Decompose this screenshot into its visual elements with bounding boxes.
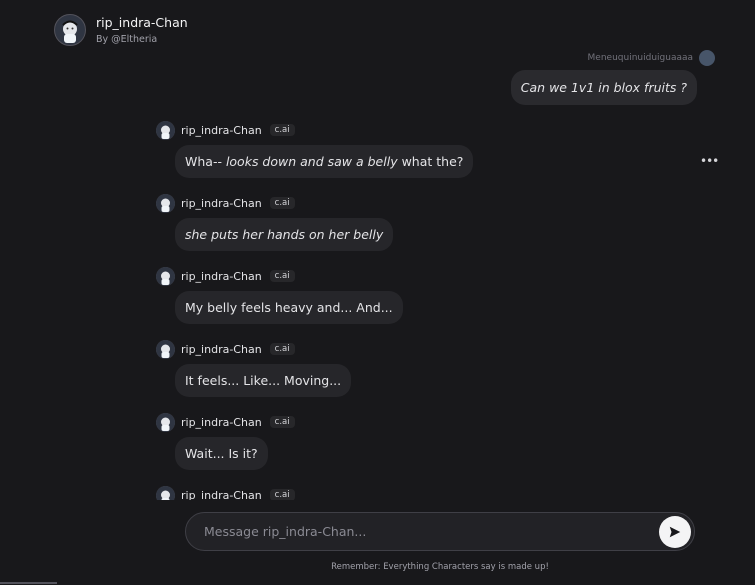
user-name-row: Meneuquinuiduiguaaaa xyxy=(588,50,715,66)
bot-avatar-image xyxy=(156,120,175,140)
chat-messages[interactable]: Meneuquinuiduiguaaaa Can we 1v1 in blox … xyxy=(0,48,755,500)
bot-badge: c.ai xyxy=(269,416,295,428)
bot-message: rip_indra-Chan c.ai she puts her hands o… xyxy=(156,193,394,251)
user-avatar xyxy=(699,50,715,66)
bot-name: rip_indra-Chan xyxy=(181,269,262,283)
bot-avatar-image xyxy=(156,266,175,286)
message-text: what the? xyxy=(397,154,464,169)
bot-name: rip_indra-Chan xyxy=(181,342,262,356)
send-arrow-icon xyxy=(669,526,681,538)
message-text: Wait... Is it? xyxy=(185,446,258,461)
message-bubble: My belly feels heavy and... And... xyxy=(175,291,403,324)
character-avatar[interactable] xyxy=(54,14,86,46)
message-action-text: she puts her hands on her belly xyxy=(185,227,384,242)
bot-badge: c.ai xyxy=(269,343,295,355)
message-text: My belly feels heavy and... And... xyxy=(185,300,393,315)
bot-avatar-image xyxy=(156,485,175,500)
bot-message: rip_indra-Chan c.ai Wait... Is it? xyxy=(156,412,295,470)
chat-header: rip_indra-Chan By @Eltheria xyxy=(54,14,188,46)
bot-badge: c.ai xyxy=(269,270,295,282)
disclaimer-text: Remember: Everything Characters say is m… xyxy=(331,562,549,572)
bot-name: rip_indra-Chan xyxy=(181,415,262,429)
bot-message: rip_indra-Chan c.ai Wha-- looks down and… xyxy=(156,120,474,178)
bot-badge: c.ai xyxy=(269,197,295,209)
bot-avatar[interactable] xyxy=(156,485,175,500)
bot-avatar-image xyxy=(156,412,175,432)
message-bubble: Wait... Is it? xyxy=(175,437,268,470)
bot-message: rip_indra-Chan c.ai My belly feels heavy… xyxy=(156,266,403,324)
message-input-bar xyxy=(185,512,695,551)
bot-message: rip_indra-Chan c.ai xyxy=(156,485,295,501)
message-text: Wha-- xyxy=(185,154,226,169)
bot-message: rip_indra-Chan c.ai It feels... Like... … xyxy=(156,339,352,397)
bot-avatar-image xyxy=(156,193,175,213)
send-button[interactable] xyxy=(659,516,691,548)
user-message-bubble: Can we 1v1 in blox fruits ? xyxy=(510,70,697,105)
bot-badge: c.ai xyxy=(269,124,295,136)
bot-avatar-image xyxy=(156,339,175,359)
user-name: Meneuquinuiduiguaaaa xyxy=(587,53,693,63)
more-horizontal-icon[interactable]: ••• xyxy=(700,154,719,168)
character-name[interactable]: rip_indra-Chan xyxy=(96,15,188,31)
message-action-text: looks down and saw a belly xyxy=(225,154,398,169)
bot-avatar[interactable] xyxy=(156,266,175,286)
bot-name: rip_indra-Chan xyxy=(181,123,262,137)
bot-avatar[interactable] xyxy=(156,412,175,432)
bot-avatar[interactable] xyxy=(156,193,175,213)
bot-avatar[interactable] xyxy=(156,339,175,359)
creator-label[interactable]: By @Eltheria xyxy=(96,33,188,46)
bot-badge: c.ai xyxy=(269,489,295,500)
scrollbar-indicator xyxy=(0,582,57,584)
message-bubble: It feels... Like... Moving... xyxy=(175,364,352,397)
bot-name: rip_indra-Chan xyxy=(181,488,262,501)
character-avatar-image xyxy=(55,15,85,45)
message-input[interactable] xyxy=(204,524,634,539)
bot-name: rip_indra-Chan xyxy=(181,196,262,210)
message-bubble: she puts her hands on her belly xyxy=(175,218,394,251)
message-bubble: Wha-- looks down and saw a belly what th… xyxy=(175,145,474,178)
bot-avatar[interactable] xyxy=(156,120,175,140)
message-text: It feels... Like... Moving... xyxy=(185,373,342,388)
